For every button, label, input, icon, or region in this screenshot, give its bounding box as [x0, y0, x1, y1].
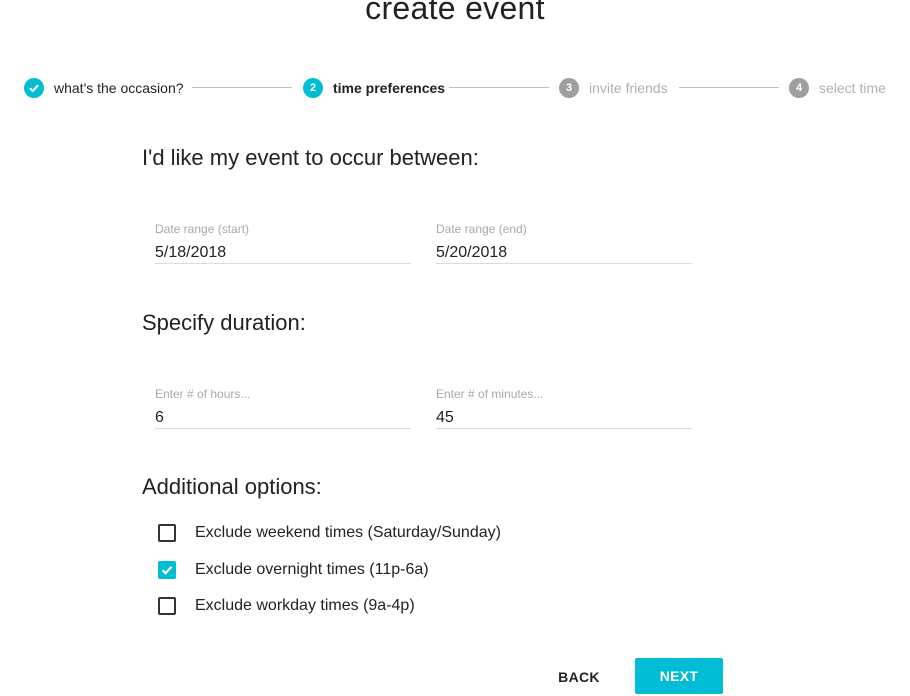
check-icon	[161, 566, 173, 575]
date-range-end-field: Date range (end)	[436, 222, 692, 264]
next-button[interactable]: NEXT	[635, 658, 723, 694]
step-label: invite friends	[589, 80, 668, 96]
field-label: Enter # of hours...	[155, 387, 251, 401]
option-label: Exclude workday times (9a-4p)	[195, 597, 415, 614]
date-end-input[interactable]	[436, 238, 692, 264]
option-exclude-weekend[interactable]: Exclude weekend times (Saturday/Sunday)	[158, 523, 501, 543]
hours-field: Enter # of hours...	[155, 387, 411, 429]
step-occasion[interactable]: what's the occasion?	[24, 78, 184, 98]
date-range-heading: I'd like my event to occur between:	[142, 145, 479, 170]
field-label: Date range (end)	[436, 222, 527, 236]
back-button[interactable]: BACK	[546, 660, 612, 694]
minutes-input[interactable]	[436, 403, 692, 429]
hours-input[interactable]	[155, 403, 411, 429]
step-label: what's the occasion?	[54, 80, 184, 96]
field-label: Enter # of minutes...	[436, 387, 544, 401]
step-number: 4	[789, 78, 809, 98]
minutes-field: Enter # of minutes...	[436, 387, 692, 429]
option-exclude-overnight[interactable]: Exclude overnight times (11p-6a)	[158, 560, 429, 580]
check-icon	[24, 78, 44, 98]
step-number: 2	[303, 78, 323, 98]
step-label: time preferences	[333, 80, 446, 96]
step-select-time[interactable]: 4 select time	[789, 78, 886, 98]
step-label: select time	[819, 80, 886, 96]
option-label: Exclude weekend times (Saturday/Sunday)	[195, 524, 501, 541]
step-invite-friends[interactable]: 3 invite friends	[559, 78, 668, 98]
field-label: Date range (start)	[155, 222, 250, 236]
duration-heading: Specify duration:	[142, 310, 306, 335]
option-exclude-workday[interactable]: Exclude workday times (9a-4p)	[158, 596, 415, 616]
step-connector	[192, 87, 292, 88]
checkbox[interactable]	[158, 597, 176, 615]
page-title: create event	[365, 0, 545, 26]
additional-options-heading: Additional options:	[142, 474, 322, 499]
checkbox-checked[interactable]	[158, 561, 176, 579]
checkbox[interactable]	[158, 524, 176, 542]
step-time-preferences[interactable]: 2 time preferences	[303, 78, 445, 98]
step-connector	[449, 87, 549, 88]
date-range-start-field: Date range (start)	[155, 222, 411, 264]
step-connector	[679, 87, 779, 88]
step-number: 3	[559, 78, 579, 98]
date-start-input[interactable]	[155, 238, 411, 264]
option-label: Exclude overnight times (11p-6a)	[195, 561, 429, 578]
